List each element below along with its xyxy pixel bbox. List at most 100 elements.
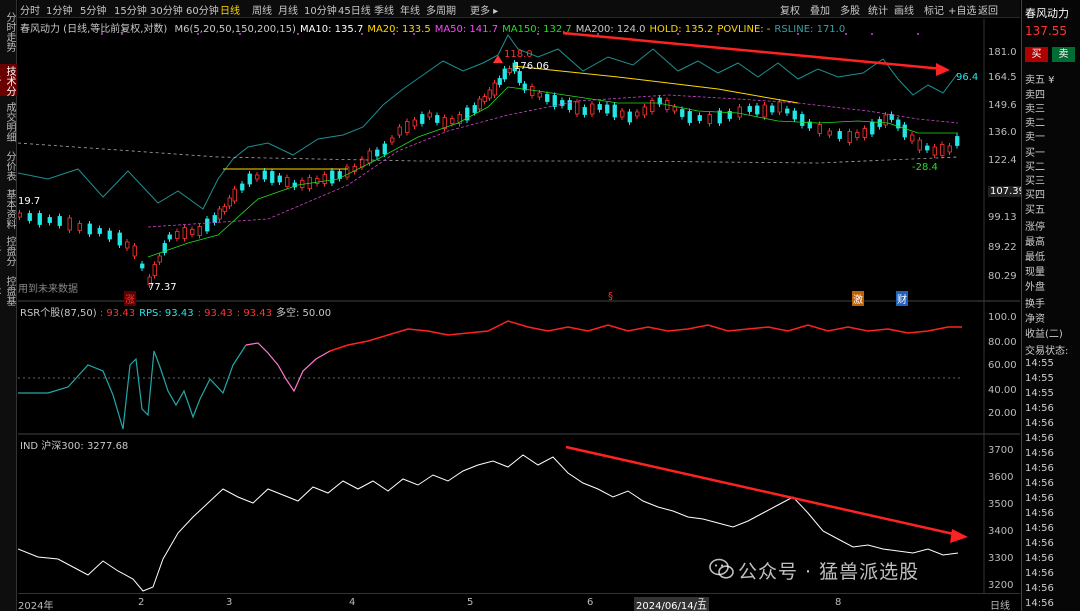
sell-button[interactable]: 卖	[1052, 47, 1075, 62]
period-12[interactable]: 年线	[400, 2, 420, 17]
ind-y-tick-5: 3200	[988, 580, 1014, 591]
indicator-3: MA50: 141.7	[434, 24, 499, 35]
sidebar-tab-5[interactable]: 控盘分析	[0, 232, 17, 268]
tool-4[interactable]: 画线	[894, 2, 914, 17]
price-candle	[590, 103, 595, 115]
price-candle	[870, 121, 875, 135]
price-candle	[37, 213, 42, 225]
main-y-tick-1: 164.5	[988, 72, 1017, 83]
price-candle	[947, 145, 952, 153]
price-candle	[97, 228, 102, 234]
tool-2[interactable]: 多股	[840, 2, 860, 17]
trend-arrow-main	[562, 31, 944, 71]
rs-low-label: -28.4	[912, 162, 938, 173]
period-10[interactable]: 45日线	[338, 2, 371, 17]
price-candle	[597, 104, 602, 110]
price-candle	[925, 145, 930, 151]
quote-row-4: 卖一	[1025, 132, 1045, 143]
price-candle	[420, 114, 425, 124]
sidebar-tab-0[interactable]: 分时走势	[0, 0, 17, 62]
ma-legend: 春风动力 (日线,等比前复权,对数) M6(5,20,50,150,200,15…	[20, 20, 853, 35]
period-7[interactable]: 周线	[252, 2, 272, 17]
x-label-4: 5	[467, 597, 474, 608]
main-y-tick-8: 80.29	[988, 271, 1017, 282]
chart-area[interactable]: 春风动力 (日线,等比前复权,对数) M6(5,20,50,150,200,15…	[18, 19, 1027, 593]
rs-value-label: 96.4	[956, 72, 979, 83]
period-1[interactable]: 1分钟	[46, 2, 72, 17]
indicator-6: HOLD: 135.2	[649, 24, 714, 35]
period-3[interactable]: 15分钟	[114, 2, 147, 17]
price-candle	[567, 100, 572, 110]
tool-3[interactable]: 统计	[868, 2, 888, 17]
wechat-icon	[709, 558, 734, 579]
sidebar-tab-3[interactable]: 分价表	[0, 146, 17, 184]
price-candle	[197, 226, 202, 236]
high-triangle	[493, 55, 503, 63]
sidebar-tab-4[interactable]: 基本资料	[0, 186, 17, 230]
price-candle	[755, 105, 760, 115]
period-9[interactable]: 10分钟	[304, 2, 337, 17]
price-candle	[482, 96, 487, 102]
quote-row-21: 14:55	[1025, 388, 1054, 399]
low-price-label: 77.37	[148, 282, 177, 293]
price-candle	[737, 106, 742, 118]
quote-row-25: 14:56	[1025, 448, 1054, 459]
price-candle	[477, 98, 482, 110]
buy-button[interactable]: 买	[1025, 47, 1048, 62]
price-candle	[405, 121, 410, 133]
event-jie[interactable]: 激	[852, 291, 864, 306]
sidebar-tab-1[interactable]: 技术分析	[0, 64, 17, 96]
price-candle	[140, 263, 145, 269]
left-value-label: 19.7	[18, 196, 41, 207]
tool-7[interactable]: 返回	[978, 2, 998, 17]
rsr-header: RSR个股(87,50) : 93.43 RPS: 93.43: 93.43: 9…	[20, 304, 335, 319]
tool-6[interactable]: +自选	[948, 2, 976, 17]
event-cai[interactable]: 财	[896, 291, 908, 306]
rsr-value-0: : 93.43	[99, 308, 136, 319]
sidebar-tab-2[interactable]: 成交明细	[0, 98, 17, 144]
price-candle	[792, 110, 797, 120]
quote-row-5: 买一	[1025, 148, 1045, 159]
price-candle	[837, 131, 842, 139]
tool-1[interactable]: 叠加	[810, 2, 830, 17]
period-6[interactable]: 日线	[220, 2, 240, 17]
period-0[interactable]: 分时	[20, 2, 40, 17]
price-candle	[77, 223, 82, 231]
price-candle	[877, 119, 882, 127]
price-candle	[697, 115, 702, 121]
quote-row-22: 14:56	[1025, 403, 1054, 414]
tool-0[interactable]: 复权	[780, 2, 800, 17]
period-4[interactable]: 30分钟	[150, 2, 183, 17]
period-5[interactable]: 60分钟	[186, 2, 219, 17]
price-candle	[157, 255, 162, 263]
indicator-1: MA10: 135.7	[299, 24, 364, 35]
x-label-1: 2	[138, 597, 145, 608]
price-candle	[450, 118, 455, 124]
period-13[interactable]: 多周期	[426, 2, 456, 17]
period-11[interactable]: 季线	[374, 2, 394, 17]
trend-arrow-ind	[565, 445, 959, 537]
no-future-data-label: 用到未来数据	[18, 284, 78, 295]
price-candle	[57, 216, 62, 226]
rsr-label: RSR个股(87,50)	[20, 308, 97, 319]
price-candle	[427, 112, 432, 118]
price-candle	[770, 105, 775, 113]
price-candle	[67, 217, 72, 231]
rsr-value-4: 多空: 50.00	[275, 308, 332, 319]
indicator-0: M6(5,20,50,150,200,15)	[174, 24, 296, 35]
tool-5[interactable]: 标记	[924, 2, 944, 17]
price-candle	[902, 124, 907, 138]
quote-row-17: 收益(二)	[1025, 329, 1063, 340]
event-s[interactable]: §	[608, 291, 613, 302]
period-2[interactable]: 5分钟	[80, 2, 106, 17]
price-candle	[222, 206, 227, 212]
quote-row-2: 卖三	[1025, 104, 1045, 115]
x-axis: 2024年 2 3 4 5 6 2024/06/14/五 7 8 日线	[18, 593, 1020, 611]
period-8[interactable]: 月线	[278, 2, 298, 17]
price-candle	[330, 170, 335, 184]
period-14[interactable]: 更多 ▸	[470, 2, 498, 17]
rs-line	[18, 34, 959, 210]
x-label-5: 6	[587, 597, 594, 608]
trend-arrowhead-ind	[950, 529, 968, 543]
sidebar-tab-6[interactable]: 控盘基本	[0, 270, 17, 310]
